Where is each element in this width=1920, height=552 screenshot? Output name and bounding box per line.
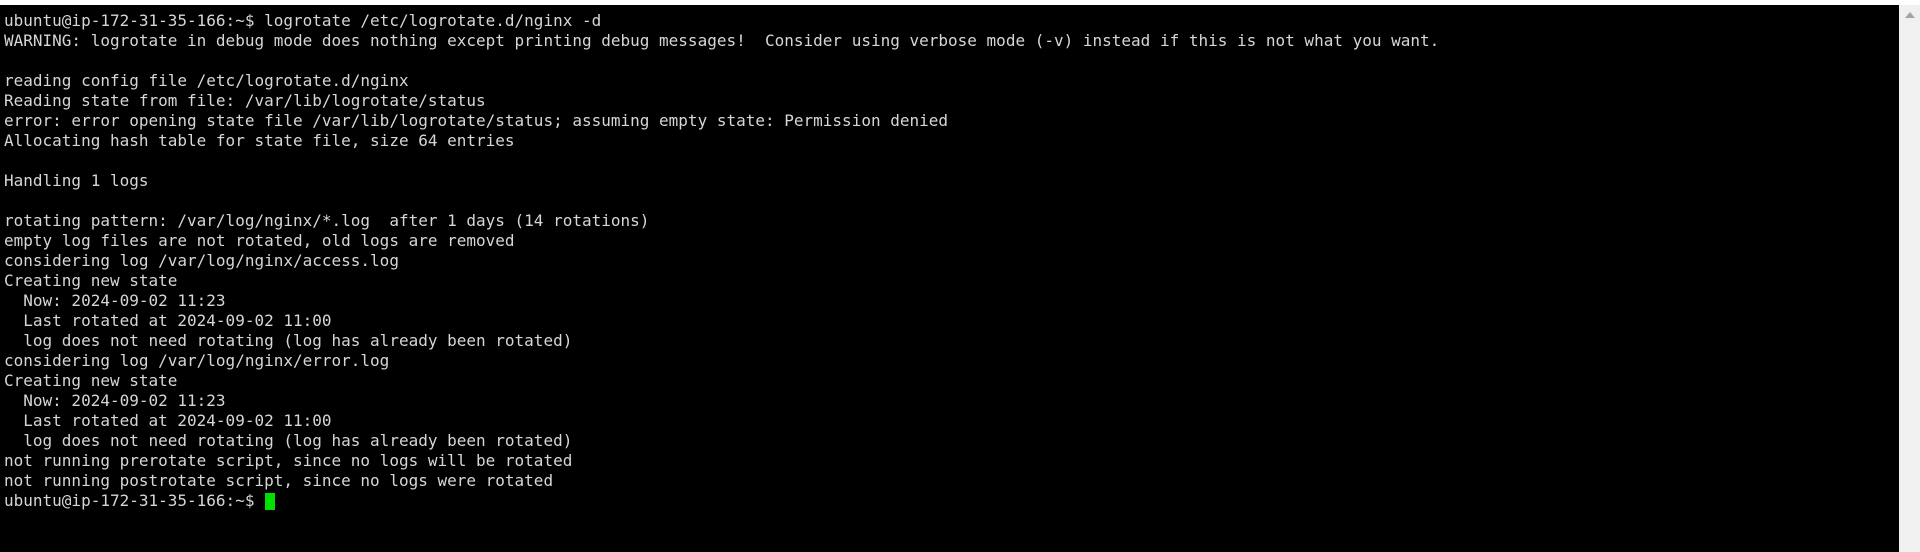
terminal-line: Last rotated at 2024-09-02 11:00 [4, 411, 332, 430]
terminal-line: Now: 2024-09-02 11:23 [4, 391, 226, 410]
terminal-line: ubuntu@ip-172-31-35-166:~$ logrotate /et… [4, 11, 602, 30]
terminal-line: empty log files are not rotated, old log… [4, 231, 515, 250]
terminal-line: not running postrotate script, since no … [4, 471, 554, 490]
terminal-lines: ubuntu@ip-172-31-35-166:~$ logrotate /et… [4, 11, 1895, 511]
terminal-line: error: error opening state file /var/lib… [4, 111, 949, 130]
terminal-line: Creating new state [4, 271, 178, 290]
triangle-up-icon [1904, 12, 1915, 18]
scroll-up-button[interactable] [1899, 5, 1920, 25]
terminal-line: log does not need rotating (log has alre… [4, 331, 573, 350]
terminal-line: Allocating hash table for state file, si… [4, 131, 515, 150]
terminal-line: considering log /var/log/nginx/access.lo… [4, 251, 399, 270]
terminal-output-area[interactable]: ubuntu@ip-172-31-35-166:~$ logrotate /et… [0, 5, 1899, 552]
shell-prompt: ubuntu@ip-172-31-35-166:~$ [4, 491, 265, 510]
vertical-scrollbar[interactable] [1899, 5, 1920, 552]
terminal-line: Last rotated at 2024-09-02 11:00 [4, 311, 332, 330]
terminal-line: rotating pattern: /var/log/nginx/*.log a… [4, 211, 650, 230]
terminal-line: log does not need rotating (log has alre… [4, 431, 573, 450]
terminal-line: reading config file /etc/logrotate.d/ngi… [4, 71, 409, 90]
terminal-window: ubuntu@ip-172-31-35-166:~$ logrotate /et… [0, 5, 1920, 552]
terminal-line: not running prerotate script, since no l… [4, 451, 573, 470]
terminal-line: WARNING: logrotate in debug mode does no… [4, 31, 1440, 50]
terminal-line: Creating new state [4, 371, 178, 390]
terminal-line: Handling 1 logs [4, 171, 149, 190]
text-cursor [265, 492, 276, 510]
terminal-line: Now: 2024-09-02 11:23 [4, 291, 226, 310]
prompt-line[interactable]: ubuntu@ip-172-31-35-166:~$ [4, 491, 1895, 511]
terminal-line: Reading state from file: /var/lib/logrot… [4, 91, 486, 110]
terminal-line: considering log /var/log/nginx/error.log [4, 351, 390, 370]
